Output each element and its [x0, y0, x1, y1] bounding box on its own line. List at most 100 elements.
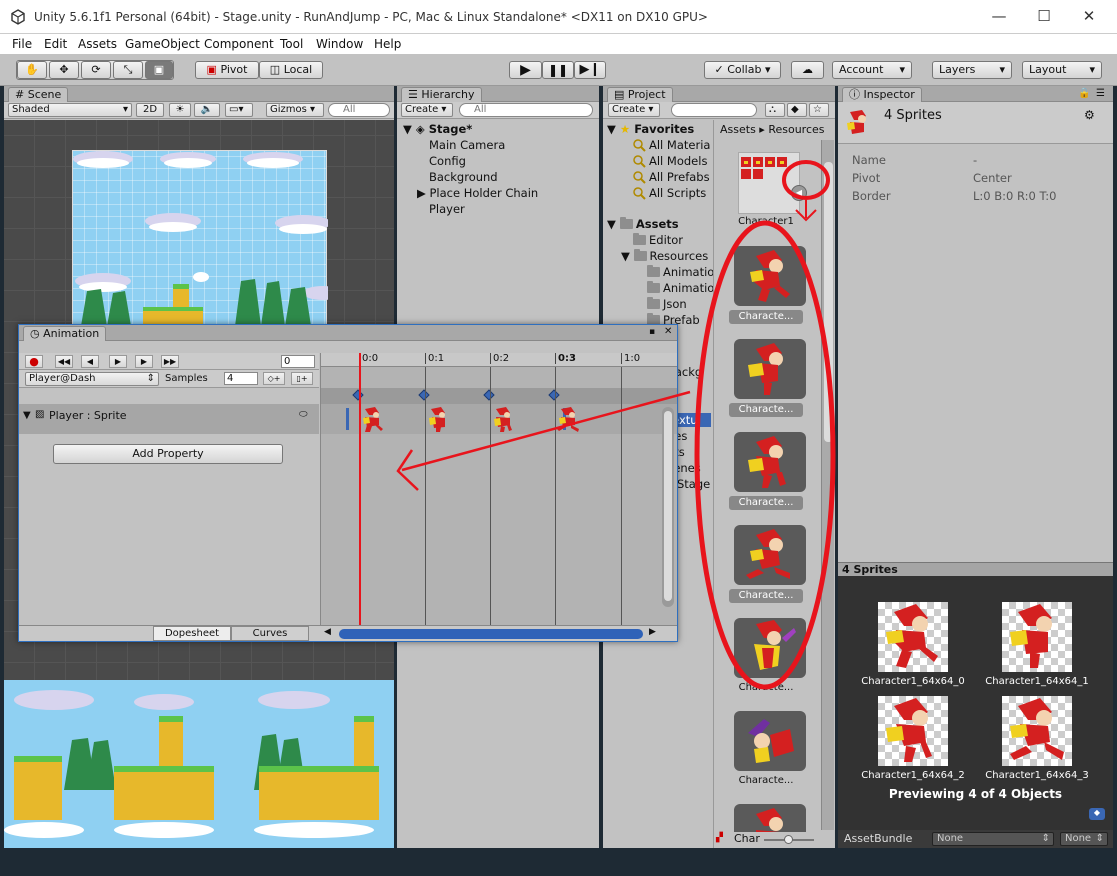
record-button[interactable]: ● — [25, 355, 43, 368]
last-key-button[interactable]: ▶▶ — [161, 355, 179, 368]
tab-project[interactable]: ▤ Project — [607, 87, 673, 102]
folder-stage[interactable]: Stage — [677, 477, 710, 491]
project-scroll-thumb[interactable] — [824, 162, 833, 442]
expand-sprites-button[interactable]: ◀ — [791, 185, 807, 201]
add-event-button[interactable]: ▯+ — [291, 372, 313, 385]
favorite-all-prefabs[interactable]: All Prefabs — [633, 170, 710, 184]
property-row[interactable]: ▼ ▨ Player : Sprite ⬭ — [19, 404, 319, 434]
menu-help[interactable]: Help — [374, 37, 401, 51]
timeline-vscroll-thumb[interactable] — [664, 411, 672, 601]
sprite-keyframe-icon[interactable] — [361, 405, 387, 433]
sprite-keyframe-icon[interactable] — [492, 405, 518, 433]
scene-search-input[interactable]: All — [328, 103, 390, 117]
hierarchy-item-background[interactable]: Background — [429, 170, 498, 184]
menu-gameobject[interactable]: GameObject — [125, 37, 200, 51]
spritesheet-thumbnail[interactable]: ◀ — [738, 152, 807, 214]
filter-label-button[interactable]: ◆ — [787, 103, 807, 117]
pivot-toggle[interactable]: ▣ Pivot — [195, 61, 259, 79]
menu-tool[interactable]: Tool — [280, 37, 303, 51]
favorites-item[interactable]: ▼ ★ Favorites — [607, 122, 694, 136]
project-search-input[interactable] — [671, 103, 757, 117]
local-toggle[interactable]: ◫ Local — [259, 61, 323, 79]
hierarchy-create-dropdown[interactable]: Create ▾ — [401, 103, 453, 117]
settings-gear-icon[interactable]: ⚙ — [1084, 108, 1095, 122]
2d-toggle[interactable]: 2D — [136, 103, 164, 117]
rotate-tool-button[interactable]: ⟳ — [81, 61, 111, 79]
step-button[interactable]: ▶❙ — [574, 61, 606, 79]
menu-component[interactable]: Component — [204, 37, 274, 51]
rect-tool-button[interactable]: ▣ — [145, 61, 173, 79]
hierarchy-search-input[interactable]: All — [459, 103, 593, 117]
add-keyframe-button[interactable]: ◇+ — [263, 372, 285, 385]
sprite-thumb-2[interactable] — [734, 432, 806, 492]
tab-hierarchy[interactable]: ☰ Hierarchy — [401, 87, 482, 102]
assetbundle-variant-dropdown[interactable]: None ⇕ — [1060, 832, 1108, 846]
slider-thumb[interactable] — [784, 835, 793, 844]
playhead-line[interactable] — [359, 353, 361, 625]
expand-triangle-icon[interactable]: ▼ — [23, 410, 31, 421]
preview-header[interactable]: 4 Sprites — [838, 562, 1113, 576]
next-key-button[interactable]: ▶ — [135, 355, 153, 368]
favorite-all-models[interactable]: All Models — [633, 154, 707, 168]
animation-menu-icon[interactable]: ▪ — [649, 327, 655, 337]
menu-assets[interactable]: Assets — [78, 37, 117, 51]
tab-animation[interactable]: ◷ Animation — [23, 326, 107, 341]
time-ruler[interactable]: 0:0 0:1 0:2 0:3 1:0 — [321, 353, 677, 367]
scroll-left-icon[interactable]: ◀ — [324, 627, 331, 637]
timeline-hscroll-thumb[interactable] — [339, 629, 643, 639]
audio-toggle[interactable]: 🔈 — [194, 103, 220, 117]
first-key-button[interactable]: ◀◀ — [55, 355, 73, 368]
frame-input[interactable]: 0 — [281, 355, 315, 368]
cloud-button[interactable]: ☁ — [791, 61, 824, 79]
hierarchy-item-config[interactable]: Config — [429, 154, 466, 168]
assetbundle-dropdown[interactable]: None ⇕ — [932, 832, 1054, 846]
menu-window[interactable]: Window — [316, 37, 363, 51]
timeline-area[interactable]: 0:0 0:1 0:2 0:3 1:0 — [320, 353, 677, 625]
menu-edit[interactable]: Edit — [44, 37, 67, 51]
scroll-right-icon[interactable]: ▶ — [649, 627, 656, 637]
close-button[interactable]: ✕ — [1074, 6, 1104, 26]
shading-dropdown[interactable]: Shaded ▾ — [8, 103, 132, 117]
account-dropdown[interactable]: Account ▾ — [832, 61, 912, 79]
border-field-value[interactable]: L:0 B:0 R:0 T:0 — [973, 189, 1056, 203]
animation-close-icon[interactable]: ✕ — [664, 326, 672, 337]
lock-icon[interactable]: 🔒 — [1078, 88, 1090, 99]
pivot-field-value[interactable]: Center — [973, 171, 1012, 185]
assets-root-item[interactable]: ▼ Assets — [607, 217, 679, 231]
prev-key-button[interactable]: ◀ — [81, 355, 99, 368]
folder-editor[interactable]: Editor — [633, 233, 683, 247]
scene-root-item[interactable]: ▼ ◈ Stage* — [403, 122, 472, 136]
breadcrumb-resources[interactable]: Resources — [768, 123, 824, 136]
hand-tool-button[interactable]: ✋ — [17, 61, 47, 79]
hierarchy-item-main-camera[interactable]: Main Camera — [429, 138, 505, 152]
folder-resources[interactable]: ▼ Resources — [621, 249, 708, 263]
sprite-thumb-5[interactable] — [734, 711, 806, 771]
timeline-vscroll[interactable] — [662, 407, 674, 607]
gizmos-dropdown[interactable]: Gizmos ▾ — [266, 103, 324, 117]
minimize-button[interactable]: — — [984, 6, 1014, 26]
sprite-thumb-3[interactable] — [734, 525, 806, 585]
layers-dropdown[interactable]: Layers ▾ — [932, 61, 1012, 79]
thumbnail-size-slider[interactable] — [764, 835, 814, 844]
project-create-dropdown[interactable]: Create ▾ — [608, 103, 660, 117]
tab-inspector[interactable]: ⓘ Inspector — [842, 87, 922, 102]
layout-dropdown[interactable]: Layout ▾ — [1022, 61, 1102, 79]
effects-dropdown[interactable]: ▭▾ — [225, 103, 253, 117]
curves-tab[interactable]: Curves — [231, 626, 309, 641]
sprite-thumb-0[interactable] — [734, 246, 806, 306]
sprite-thumb-4[interactable] — [734, 618, 806, 678]
property-options-icon[interactable]: ⬭ — [299, 409, 308, 420]
lighting-toggle[interactable]: ☀ — [169, 103, 191, 117]
collab-dropdown[interactable]: ✓ Collab ▾ — [704, 61, 781, 79]
project-scrollbar[interactable] — [821, 140, 834, 830]
samples-input[interactable]: 4 — [224, 372, 258, 385]
sprite-keyframe-icon[interactable] — [427, 405, 453, 433]
panel-menu-icon[interactable]: ☰ — [1096, 88, 1105, 99]
hierarchy-item-player[interactable]: Player — [429, 202, 465, 216]
maximize-button[interactable]: ☐ — [1029, 6, 1059, 26]
clip-dropdown[interactable]: Player@Dash ⇕ — [25, 372, 159, 386]
move-tool-button[interactable]: ✥ — [49, 61, 79, 79]
folder-animation-1[interactable]: Animatio — [647, 265, 714, 279]
menu-file[interactable]: File — [12, 37, 32, 51]
play-button[interactable]: ▶ — [509, 61, 542, 79]
